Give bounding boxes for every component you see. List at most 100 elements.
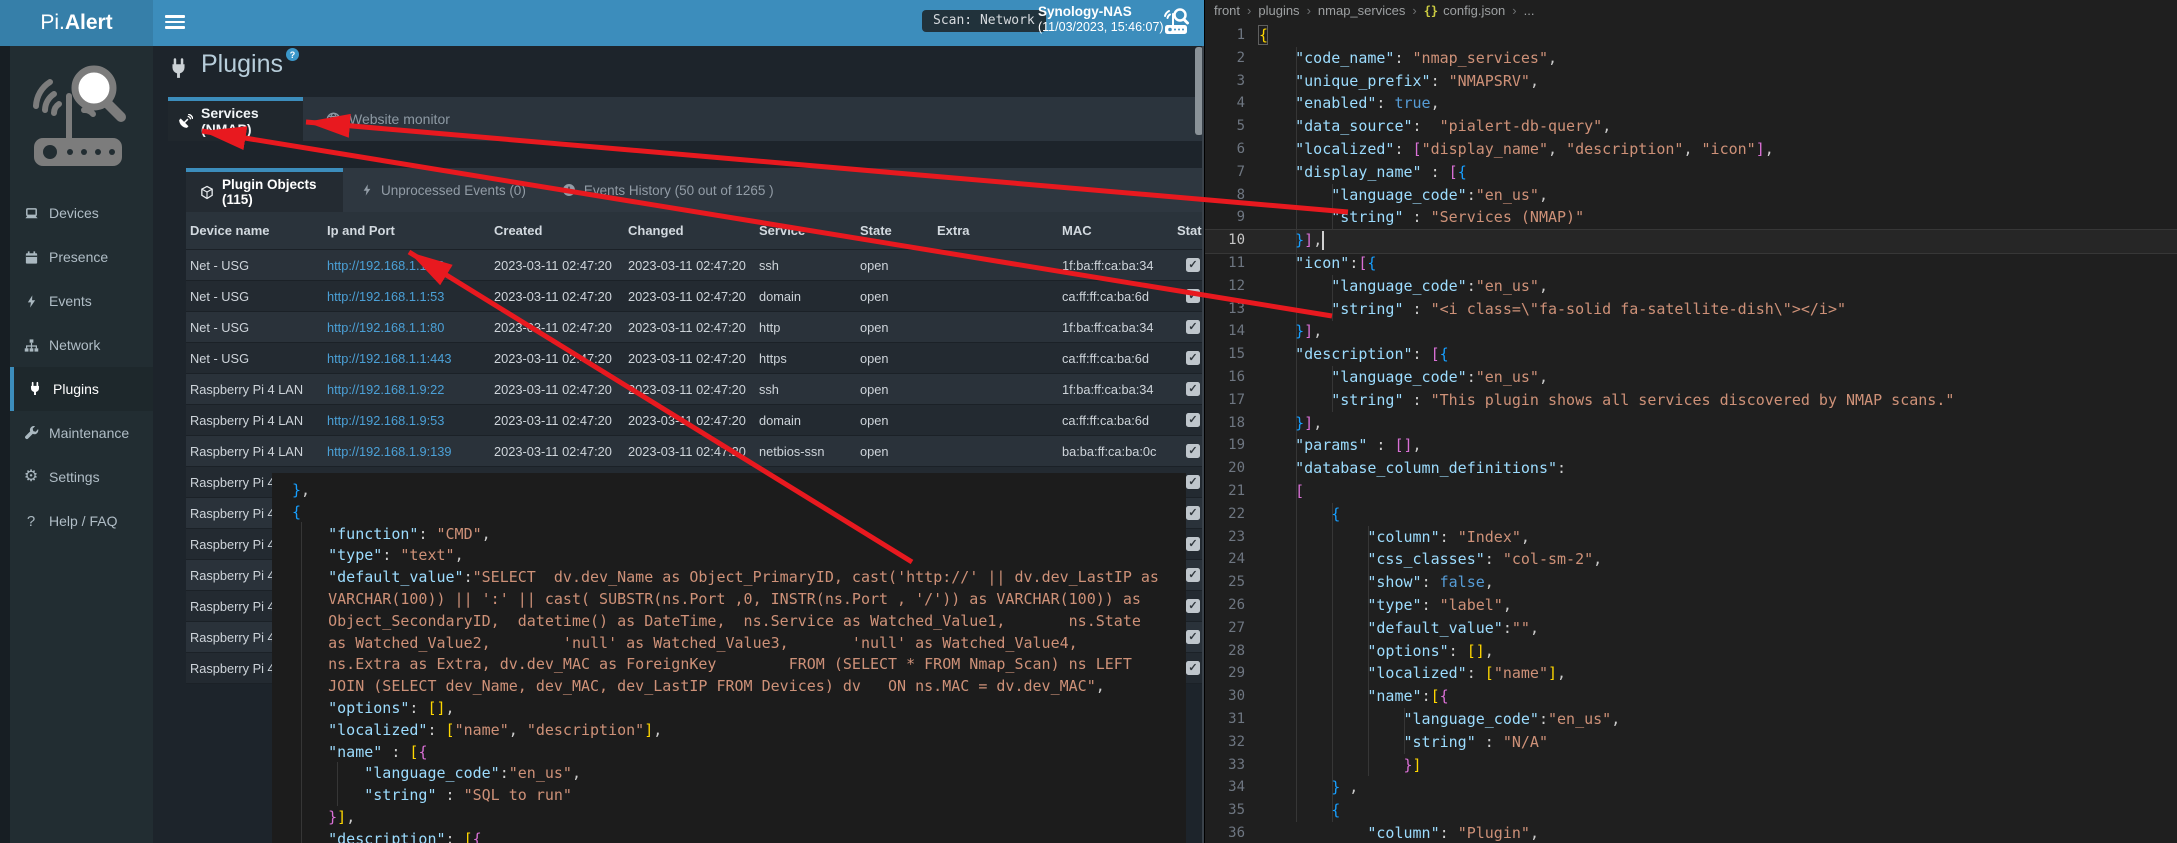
pialert-mini-logo-icon	[1160, 6, 1192, 38]
column-header-status[interactable]: Status	[1173, 212, 1204, 250]
sidebar-item-settings[interactable]: ⚙ Settings	[0, 455, 153, 499]
breadcrumb-item[interactable]: plugins	[1258, 3, 1299, 18]
ip-port-link[interactable]: http://192.168.1.1:80	[327, 320, 444, 335]
tab-services-nmap[interactable]: Services (NMAP)	[168, 97, 303, 141]
cell-changed: 2023-03-11 02:47:20	[627, 436, 758, 467]
column-header-ip[interactable]: Ip and Port	[326, 212, 493, 250]
code-line: "type": "text",	[292, 544, 464, 566]
status-checkbox[interactable]: ✓	[1186, 382, 1200, 396]
status-checkbox[interactable]: ✓	[1186, 506, 1200, 520]
code-line: VARCHAR(100)) || ':' || cast( SUBSTR(ns.…	[292, 588, 1141, 610]
ip-port-link[interactable]: http://192.168.1.9:53	[327, 413, 444, 428]
status-checkbox[interactable]: ✓	[1186, 475, 1200, 489]
ip-port-link[interactable]: http://192.168.1.1:443	[327, 351, 452, 366]
ip-port-link[interactable]: http://192.168.1.9:22	[327, 382, 444, 397]
cell-ip-port: http://192.168.1.9:139	[326, 436, 493, 467]
cell-ip-port: http://192.168.1.9:22	[326, 374, 493, 405]
code-line: }],	[1259, 320, 1322, 342]
code-line: JOIN (SELECT dev_Name, dev_MAC, dev_Last…	[292, 675, 1105, 697]
tab-unprocessed-events[interactable]: Unprocessed Events (0)	[343, 168, 544, 212]
table-row: Net - USGhttp://192.168.1.1:4432023-03-1…	[186, 343, 1204, 374]
code-line: "language_code":"en_us",	[1259, 708, 1620, 730]
status-checkbox[interactable]: ✓	[1186, 258, 1200, 272]
line-number: 17	[1205, 389, 1245, 411]
code-line: "default_value":"SELECT dv.dev_Name as O…	[292, 566, 1159, 588]
tab-label: Events History (50 out of 1265 )	[584, 183, 774, 198]
sidebar-item-devices[interactable]: Devices	[0, 191, 153, 235]
cell-state: open	[859, 281, 936, 312]
cell-extra	[936, 250, 1061, 281]
tab-plugin-objects[interactable]: Plugin Objects (115)	[186, 168, 343, 212]
sidebar-item-plugins[interactable]: Plugins	[10, 367, 153, 411]
cell-extra	[936, 374, 1061, 405]
cell-created: 2023-03-11 02:47:20	[493, 312, 627, 343]
code-line: "options": [],	[1259, 640, 1494, 662]
column-header-created[interactable]: Created	[493, 212, 627, 250]
column-header-service[interactable]: Service	[758, 212, 859, 250]
status-checkbox[interactable]: ✓	[1186, 568, 1200, 582]
line-number: 27	[1205, 617, 1245, 639]
status-checkbox[interactable]: ✓	[1186, 320, 1200, 334]
sidebar-item-network[interactable]: Network	[0, 323, 153, 367]
breadcrumb-item[interactable]: nmap_services	[1318, 3, 1405, 18]
breadcrumb-item[interactable]: ...	[1524, 3, 1535, 18]
sidebar-toggle-icon[interactable]	[165, 15, 185, 31]
table-row: Raspberry Pi 4 LANhttp://192.168.1.9:222…	[186, 374, 1204, 405]
column-header-extra[interactable]: Extra	[936, 212, 1061, 250]
cell-status: ✓	[1173, 281, 1204, 312]
satellite-dish-icon	[178, 114, 193, 129]
sidebar-item-presence[interactable]: Presence	[0, 235, 153, 279]
status-checkbox[interactable]: ✓	[1186, 661, 1200, 675]
column-header-mac[interactable]: MAC	[1061, 212, 1173, 250]
ip-port-link[interactable]: http://192.168.1.9:139	[327, 444, 452, 459]
status-checkbox[interactable]: ✓	[1186, 413, 1200, 427]
cell-service: ssh	[758, 250, 859, 281]
status-checkbox[interactable]: ✓	[1186, 444, 1200, 458]
tab-website-monitor[interactable]: Website monitor	[310, 97, 466, 141]
cell-device-name: Net - USG	[186, 343, 326, 374]
brand-logo[interactable]: Pi.Alert	[0, 0, 153, 46]
sitemap-icon	[22, 337, 40, 353]
vscode-editor[interactable]: front› plugins› nmap_services› {} config…	[1204, 0, 2177, 843]
cell-service: ssh	[758, 374, 859, 405]
gear-icon: ⚙	[22, 469, 40, 485]
cell-ip-port: http://192.168.1.1:22	[326, 250, 493, 281]
cell-extra	[936, 343, 1061, 374]
line-number: 10	[1205, 229, 1245, 251]
cell-device-name: Raspberry Pi 4 LAN	[186, 374, 326, 405]
code-line: Object_SecondaryID, datetime() as DateTi…	[292, 610, 1141, 632]
sidebar-item-label: Maintenance	[49, 425, 129, 441]
sidebar-item-help[interactable]: ? Help / FAQ	[0, 499, 153, 543]
cell-extra	[936, 405, 1061, 436]
status-checkbox[interactable]: ✓	[1186, 630, 1200, 644]
code-line: "language_code":"en_us",	[1259, 275, 1548, 297]
column-header-state[interactable]: State	[859, 212, 936, 250]
page-title: Plugins ?	[168, 50, 299, 88]
code-line: "default_value":"",	[1259, 617, 1539, 639]
status-checkbox[interactable]: ✓	[1186, 351, 1200, 365]
sidebar: Devices Presence Events Network Plugins …	[0, 46, 153, 843]
cell-changed: 2023-03-11 02:47:20	[627, 312, 758, 343]
breadcrumb-item[interactable]: config.json	[1443, 3, 1505, 18]
column-header-changed[interactable]: Changed	[627, 212, 758, 250]
question-icon: ?	[22, 513, 40, 529]
column-header-dev[interactable]: Device name	[186, 212, 326, 250]
status-checkbox[interactable]: ✓	[1186, 599, 1200, 613]
status-checkbox[interactable]: ✓	[1186, 537, 1200, 551]
status-checkbox[interactable]: ✓	[1186, 289, 1200, 303]
pialert-logo-graphic	[22, 58, 134, 176]
cell-mac: ca:ff:ff:ca:ba:6d	[1061, 343, 1173, 374]
ip-port-link[interactable]: http://192.168.1.1:53	[327, 289, 444, 304]
tab-events-history[interactable]: Events History (50 out of 1265 )	[544, 168, 792, 212]
cell-created: 2023-03-11 02:47:20	[493, 436, 627, 467]
ip-port-link[interactable]: http://192.168.1.1:22	[327, 258, 444, 273]
text-cursor	[1322, 231, 1324, 250]
code-line: "show": false,	[1259, 571, 1494, 593]
help-badge[interactable]: ?	[286, 48, 299, 61]
cell-mac: 1f:ba:ff:ca:ba:34	[1061, 312, 1173, 343]
host-timestamp: (11/03/2023, 15:46:07)	[1038, 20, 1164, 34]
globe-icon	[326, 112, 341, 127]
breadcrumb-item[interactable]: front	[1214, 3, 1240, 18]
sidebar-item-events[interactable]: Events	[0, 279, 153, 323]
sidebar-item-maintenance[interactable]: Maintenance	[0, 411, 153, 455]
